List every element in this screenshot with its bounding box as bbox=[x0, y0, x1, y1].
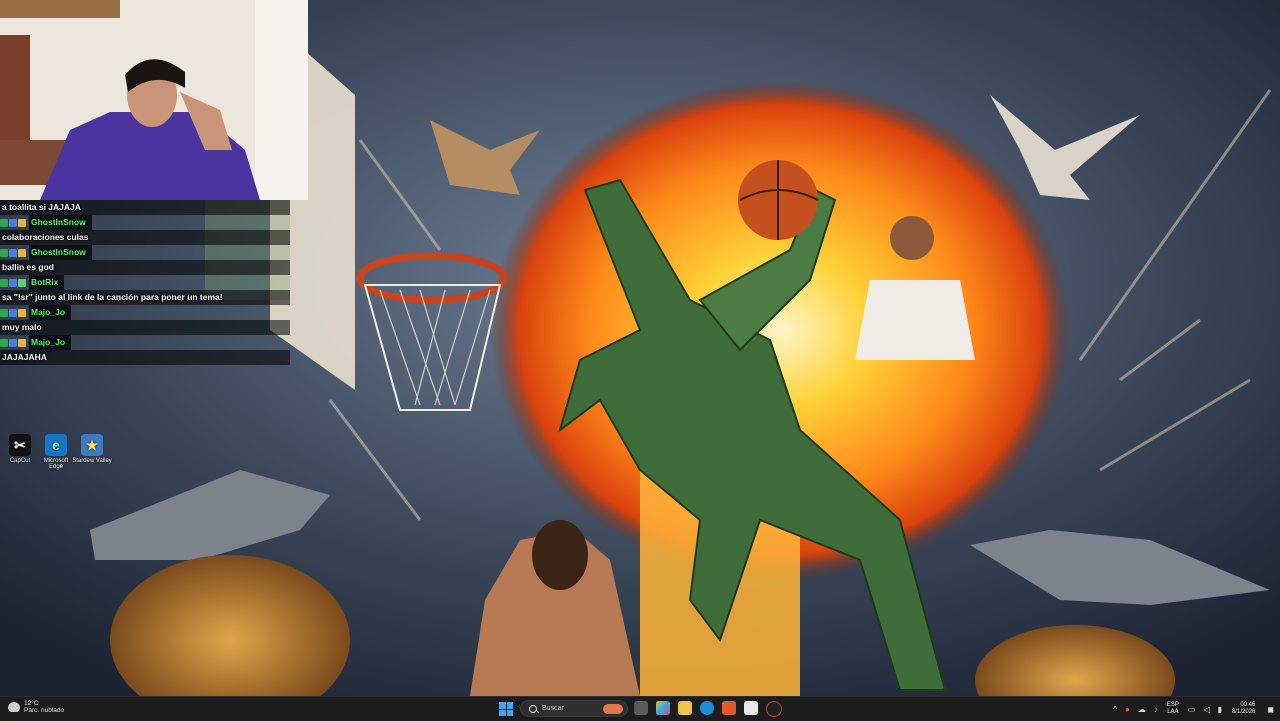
user-badges bbox=[0, 308, 26, 317]
user-badges bbox=[0, 338, 26, 347]
chat-username-row: Majo_Jo bbox=[0, 335, 290, 350]
store-icon[interactable] bbox=[744, 701, 758, 715]
chat-username: Majo_Jo bbox=[29, 305, 72, 320]
chat-username: BotRix bbox=[29, 275, 65, 290]
chat-message: ballin es god bbox=[0, 260, 290, 275]
stream-chat: a toallita si JAJAJA GhostInSnow colabor… bbox=[0, 200, 290, 365]
user-badges bbox=[0, 218, 26, 227]
desktop-icon-label: Stardew Valley bbox=[72, 458, 112, 464]
weather-text: 12°C Parc. nublado bbox=[24, 700, 64, 714]
taskbar: 12°C Parc. nublado Buscar ^ ● ☁ ♪ ESP LA… bbox=[0, 696, 1280, 720]
brave-browser-icon[interactable] bbox=[722, 701, 736, 715]
chat-username-row: BotRix bbox=[0, 275, 290, 290]
cloud-tray-icon[interactable]: ☁ bbox=[1138, 705, 1146, 714]
webcam-feed bbox=[0, 0, 308, 200]
webcam-overlay bbox=[0, 0, 308, 200]
chat-message: a toallita si JAJAJA bbox=[0, 200, 290, 215]
desktop-icon-capcut[interactable]: ✂ CapCut bbox=[0, 434, 40, 464]
chat-username-row: GhostInSnow bbox=[0, 215, 290, 230]
search-icon bbox=[529, 704, 537, 713]
chat-username: Majo_Jo bbox=[29, 335, 72, 350]
weather-widget[interactable]: 12°C Parc. nublado bbox=[8, 700, 64, 714]
desktop-icon-edge[interactable]: e Microsoft Edge bbox=[36, 434, 76, 470]
system-tray: ^ ● ☁ ♪ ESP LAA ▭ ◁ ▮ 00:46 8/1/2026 ◼ bbox=[1109, 697, 1280, 721]
user-badges bbox=[0, 248, 26, 257]
chat-message: colaboraciones culas bbox=[0, 230, 290, 245]
battery-icon[interactable]: ▮ bbox=[1218, 705, 1222, 714]
keyboard-layout: LAA bbox=[1167, 709, 1179, 715]
network-icon[interactable]: ▭ bbox=[1188, 705, 1196, 714]
clock-date: 8/1/2026 bbox=[1232, 709, 1256, 715]
desktop-icon-label: Microsoft Edge bbox=[43, 458, 69, 470]
user-badges bbox=[0, 278, 26, 287]
chat-message: muy malo bbox=[0, 320, 290, 335]
microphone-icon[interactable]: ♪ bbox=[1154, 705, 1158, 714]
chat-username-row: Majo_Jo bbox=[0, 305, 290, 320]
language-code: ESP bbox=[1166, 702, 1179, 708]
edge-taskbar-icon[interactable] bbox=[700, 701, 714, 715]
file-explorer-icon[interactable] bbox=[678, 701, 692, 715]
chat-username-row: GhostInSnow bbox=[0, 245, 290, 260]
obs-icon[interactable] bbox=[766, 701, 782, 717]
search-highlight-icon bbox=[603, 703, 623, 714]
edge-icon: e bbox=[45, 434, 67, 456]
copilot-icon[interactable] bbox=[656, 701, 670, 715]
app-tray-icon[interactable]: ● bbox=[1125, 705, 1130, 714]
language-indicator[interactable]: ESP LAA bbox=[1167, 702, 1179, 716]
notification-bell-icon[interactable]: ◼ bbox=[1267, 705, 1274, 714]
clock-time: 00:46 bbox=[1240, 702, 1256, 708]
desktop-icon-stardew[interactable]: ★ Stardew Valley bbox=[72, 434, 112, 464]
chat-message: sa "!sr" junto al link de la canción par… bbox=[0, 290, 290, 305]
cloud-icon bbox=[8, 702, 20, 712]
taskbar-search[interactable]: Buscar bbox=[520, 700, 628, 717]
search-placeholder: Buscar bbox=[542, 705, 564, 712]
chevron-up-icon[interactable]: ^ bbox=[1113, 705, 1117, 714]
chat-message: JAJAJAHA bbox=[0, 350, 290, 365]
task-view-icon[interactable] bbox=[634, 701, 648, 715]
windows-logo-icon bbox=[499, 702, 506, 709]
volume-icon[interactable]: ◁ bbox=[1203, 705, 1209, 714]
weather-temperature: 12°C bbox=[24, 700, 39, 707]
stardew-icon: ★ bbox=[81, 434, 103, 456]
start-button[interactable] bbox=[499, 702, 513, 716]
chat-username: GhostInSnow bbox=[29, 245, 92, 260]
clock[interactable]: 00:46 8/1/2026 bbox=[1232, 702, 1255, 716]
capcut-icon: ✂ bbox=[9, 434, 31, 456]
chat-username: GhostInSnow bbox=[29, 215, 92, 230]
desktop-icon-label: CapCut bbox=[9, 458, 31, 464]
weather-description: Parc. nublado bbox=[24, 707, 65, 714]
